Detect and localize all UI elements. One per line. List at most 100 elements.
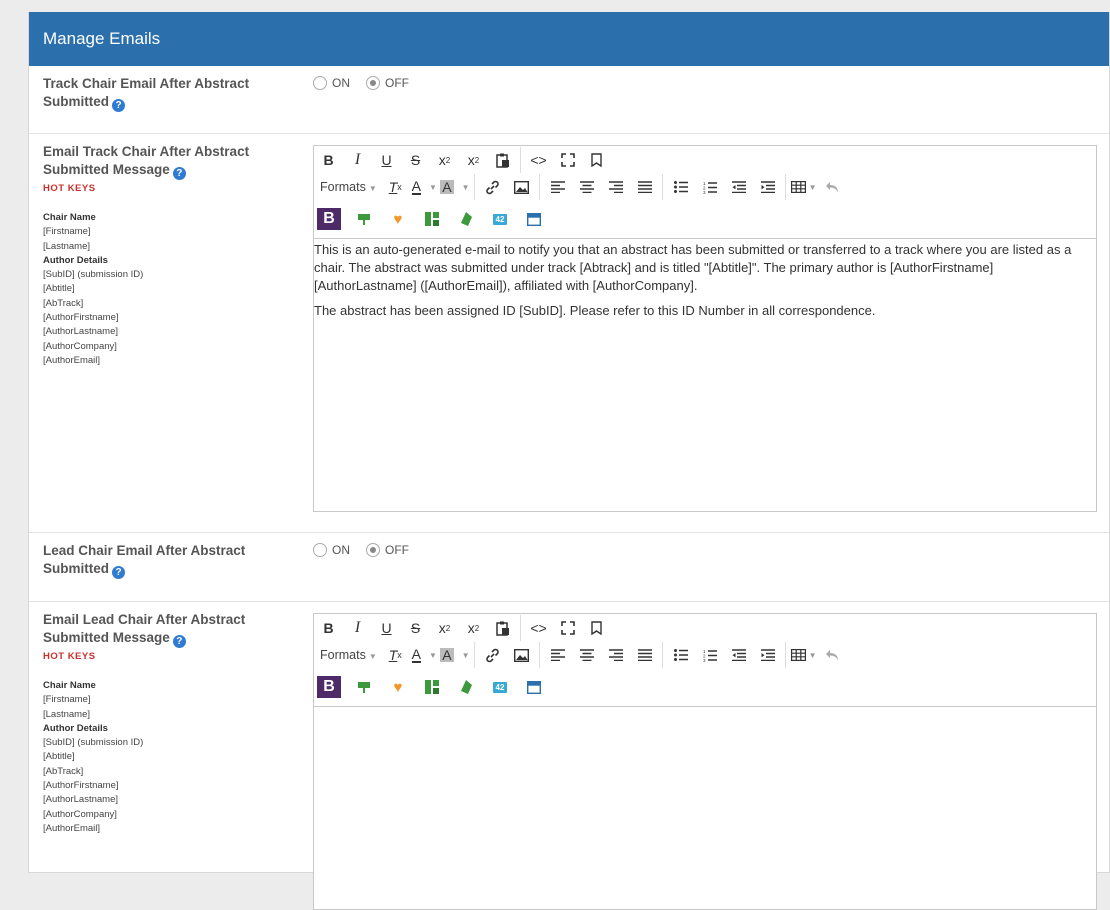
background-color-icon[interactable]: A ▼ — [440, 175, 470, 199]
separator — [539, 642, 541, 668]
off-label: OFF — [385, 543, 409, 557]
hot-key: [AuthorCompany] — [43, 808, 117, 820]
hot-key: [Abtitle] — [43, 751, 75, 763]
paint-icon[interactable] — [353, 210, 375, 228]
paint-icon[interactable] — [353, 678, 375, 696]
tag-icon[interactable] — [455, 678, 477, 696]
bullet-list-icon[interactable] — [668, 643, 694, 667]
superscript-icon[interactable]: x2 — [432, 616, 458, 640]
hot-key: [Lastname] — [43, 240, 90, 252]
image-icon[interactable] — [509, 643, 535, 667]
numbered-list-icon[interactable]: 123 — [697, 643, 723, 667]
paste-icon[interactable] — [490, 616, 516, 640]
track-chair-message-label: Email Track Chair After Abstract Submitt… — [43, 143, 273, 195]
justify-icon[interactable] — [632, 643, 658, 667]
separator — [474, 174, 476, 200]
align-right-icon[interactable] — [603, 175, 629, 199]
track-chair-email-toggle: ON OFF — [313, 76, 425, 90]
align-left-icon[interactable] — [545, 643, 571, 667]
off-radio[interactable] — [366, 76, 380, 90]
help-icon[interactable]: ? — [112, 99, 125, 112]
table-icon[interactable]: ▼ — [790, 175, 817, 199]
track-chair-message-row: Email Track Chair After Abstract Submitt… — [29, 134, 1109, 533]
chair-name-header: Chair Name — [43, 212, 96, 223]
track-chair-message-editor: B I U S x2 x2 <> Formats ▼ T x A ▼ A ▼ 1… — [313, 145, 1097, 512]
italic-icon[interactable]: I — [345, 616, 371, 640]
fullscreen-icon[interactable] — [555, 616, 581, 640]
text-color-icon[interactable]: A ▼ — [411, 643, 437, 667]
indent-icon[interactable] — [755, 643, 781, 667]
align-left-icon[interactable] — [545, 175, 571, 199]
panel-icon[interactable] — [523, 210, 545, 228]
lead-chair-message-label: Email Lead Chair After Abstract Submitte… — [43, 611, 273, 663]
help-icon[interactable]: ? — [112, 566, 125, 579]
clear-format-icon[interactable]: Tx — [382, 643, 408, 667]
bold-icon[interactable]: B — [316, 148, 342, 172]
image-icon[interactable] — [509, 175, 535, 199]
help-icon[interactable]: ? — [172, 635, 186, 648]
on-radio[interactable] — [313, 543, 327, 557]
layout-icon[interactable] — [421, 210, 443, 228]
strikethrough-icon[interactable]: S — [403, 148, 429, 172]
heart-icon[interactable]: ♥ — [387, 210, 409, 228]
bold-icon[interactable]: B — [316, 616, 342, 640]
outdent-icon[interactable] — [726, 175, 752, 199]
hot-keys-list: Chair Name [Firstname] [Lastname] Author… — [43, 679, 243, 836]
help-icon[interactable]: ? — [172, 167, 186, 180]
lead-chair-email-row: Lead Chair Email After Abstract Submitte… — [29, 533, 1109, 602]
underline-icon[interactable]: U — [374, 616, 400, 640]
text-color-icon[interactable]: A ▼ — [411, 175, 437, 199]
link-icon[interactable] — [480, 175, 506, 199]
align-center-icon[interactable] — [574, 643, 600, 667]
hot-key: [AbTrack] — [43, 297, 84, 309]
bootstrap-icon[interactable]: B — [317, 208, 341, 230]
message-paragraph: This is an auto-generated e-mail to noti… — [314, 242, 1072, 293]
message-editor-body[interactable]: This is an auto-generated e-mail to noti… — [314, 239, 1096, 511]
undo-icon[interactable] — [820, 643, 846, 667]
superscript-icon[interactable]: x2 — [432, 148, 458, 172]
link-icon[interactable] — [480, 643, 506, 667]
number-icon[interactable]: 42 — [489, 678, 511, 696]
table-icon[interactable]: ▼ — [790, 643, 817, 667]
on-radio[interactable] — [313, 76, 327, 90]
on-label: ON — [332, 76, 350, 90]
message-editor-body[interactable] — [314, 707, 1096, 909]
panel-title: Manage Emails — [29, 12, 1109, 66]
clear-format-icon[interactable]: Tx — [382, 175, 408, 199]
italic-icon[interactable]: I — [345, 148, 371, 172]
indent-icon[interactable] — [755, 175, 781, 199]
layout-icon[interactable] — [421, 678, 443, 696]
subscript-icon[interactable]: x2 — [461, 616, 487, 640]
source-code-icon[interactable]: <> — [526, 148, 552, 172]
bookmark-icon[interactable] — [584, 616, 610, 640]
align-right-icon[interactable] — [603, 643, 629, 667]
source-code-icon[interactable]: <> — [526, 616, 552, 640]
heart-icon[interactable]: ♥ — [387, 678, 409, 696]
fullscreen-icon[interactable] — [555, 148, 581, 172]
lead-chair-message-editor: B I U S x2 x2 <> Formats ▼ T x A ▼ A ▼ 1… — [313, 613, 1097, 910]
off-radio[interactable] — [366, 543, 380, 557]
background-color-icon[interactable]: A ▼ — [440, 643, 470, 667]
numbered-list-icon[interactable]: 123 — [697, 175, 723, 199]
bookmark-icon[interactable] — [584, 148, 610, 172]
justify-icon[interactable] — [632, 175, 658, 199]
paste-icon[interactable] — [490, 148, 516, 172]
hot-key: [AuthorLastname] — [43, 794, 118, 806]
hot-key: [AuthorFirstname] — [43, 312, 119, 324]
outdent-icon[interactable] — [726, 643, 752, 667]
strikethrough-icon[interactable]: S — [403, 616, 429, 640]
underline-icon[interactable]: U — [374, 148, 400, 172]
formats-dropdown[interactable]: Formats ▼ — [314, 648, 381, 662]
bullet-list-icon[interactable] — [668, 175, 694, 199]
panel-icon[interactable] — [523, 678, 545, 696]
hot-key: [AuthorEmail] — [43, 354, 101, 366]
formats-dropdown[interactable]: Formats ▼ — [314, 180, 381, 194]
undo-icon[interactable] — [820, 175, 846, 199]
align-center-icon[interactable] — [574, 175, 600, 199]
bootstrap-icon[interactable]: B — [317, 676, 341, 698]
tag-icon[interactable] — [455, 210, 477, 228]
number-icon[interactable]: 42 — [489, 210, 511, 228]
subscript-icon[interactable]: x2 — [461, 148, 487, 172]
hot-key: [AuthorFirstname] — [43, 780, 119, 792]
lead-chair-message-row: Email Lead Chair After Abstract Submitte… — [29, 602, 1109, 910]
